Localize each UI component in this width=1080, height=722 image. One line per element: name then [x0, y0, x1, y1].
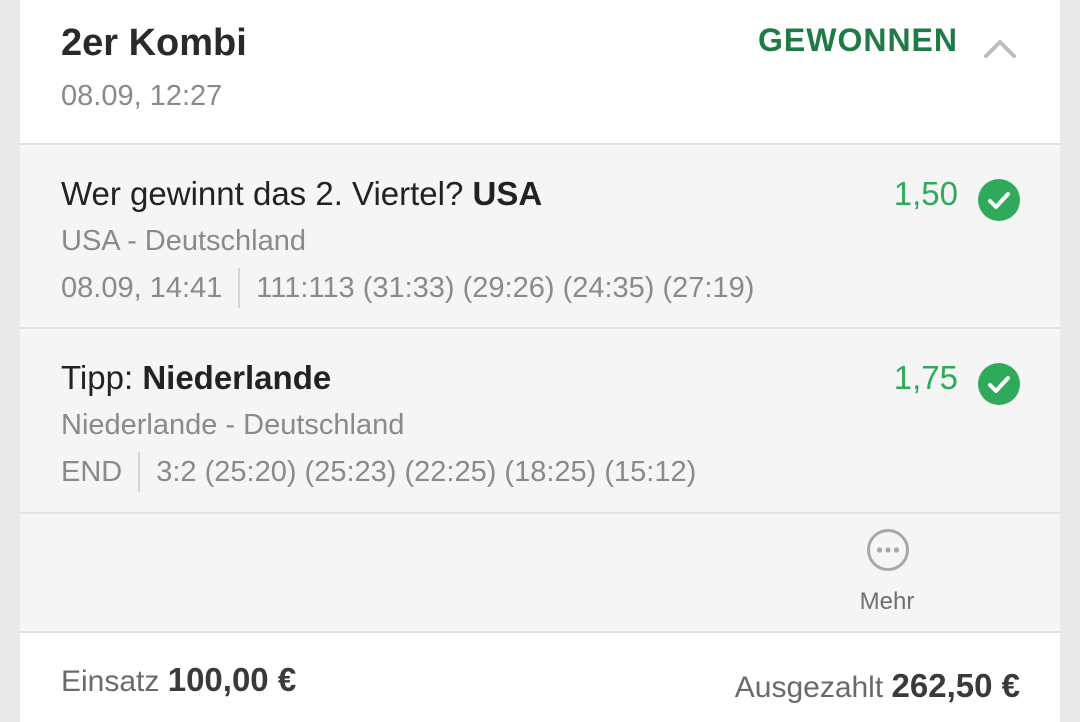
stake-label: Einsatz	[61, 665, 168, 698]
status-badge: GEWONNEN	[758, 22, 958, 58]
bet-question: Tipp: Niederlande	[61, 359, 331, 397]
bet-question-text: Wer gewinnt das 2. Viertel?	[61, 175, 473, 212]
bet-selection-row: Wer gewinnt das 2. Viertel? USA USA - De…	[20, 145, 1060, 327]
bet-slip-card: 2er Kombi 08.09, 12:27 GEWONNEN Wer gewi…	[20, 0, 1060, 722]
more-button[interactable]: Mehr	[846, 528, 928, 628]
bet-match-score: 3:2 (25:20) (25:23) (22:25) (18:25) (15:…	[156, 455, 697, 488]
bet-match: USA - Deutschland	[61, 225, 307, 257]
bet-question-text: Tipp:	[61, 359, 143, 396]
check-circle-icon	[978, 179, 1020, 221]
actions-area: Mehr	[20, 514, 1060, 631]
bet-summary-footer: Einsatz 100,00 € Ausgezahlt 262,50 €	[20, 633, 1060, 722]
bet-selection-row: Tipp: Niederlande Niederlande - Deutschl…	[20, 329, 1060, 512]
bet-match-time: 08.09, 14:41	[61, 271, 223, 304]
bet-meta: 08.09, 14:41 111:113 (31:33) (29:26) (24…	[61, 268, 754, 308]
more-label: Mehr	[859, 588, 915, 615]
bet-selection: USA	[472, 175, 543, 212]
stake-info: Einsatz 100,00 €	[61, 661, 296, 699]
stake-value: 100,00 €	[167, 661, 297, 698]
more-dots-icon	[867, 529, 909, 571]
bet-date: 08.09, 12:27	[61, 80, 223, 112]
payout-label: Ausgezahlt	[734, 671, 892, 704]
chevron-up-icon[interactable]	[980, 32, 1020, 62]
bet-match-score: 111:113 (31:33) (29:26) (24:35) (27:19)	[256, 271, 755, 304]
bet-meta: END 3:2 (25:20) (25:23) (22:25) (18:25) …	[61, 452, 696, 492]
payout-info: Ausgezahlt 262,50 €	[735, 667, 1020, 705]
meta-separator	[138, 452, 141, 492]
check-circle-icon	[978, 363, 1020, 405]
bet-match: Niederlande - Deutschland	[61, 409, 405, 441]
bet-type-title: 2er Kombi	[61, 22, 247, 64]
bet-odds: 1,50	[893, 175, 958, 212]
payout-value: 262,50 €	[891, 667, 1020, 704]
bet-odds: 1,75	[893, 359, 958, 396]
meta-separator	[238, 268, 241, 308]
bet-question: Wer gewinnt das 2. Viertel? USA	[61, 175, 542, 213]
bet-selection: Niederlande	[142, 359, 332, 396]
bet-slip-header[interactable]: 2er Kombi 08.09, 12:27 GEWONNEN	[20, 0, 1060, 143]
bet-match-status: END	[61, 455, 123, 488]
